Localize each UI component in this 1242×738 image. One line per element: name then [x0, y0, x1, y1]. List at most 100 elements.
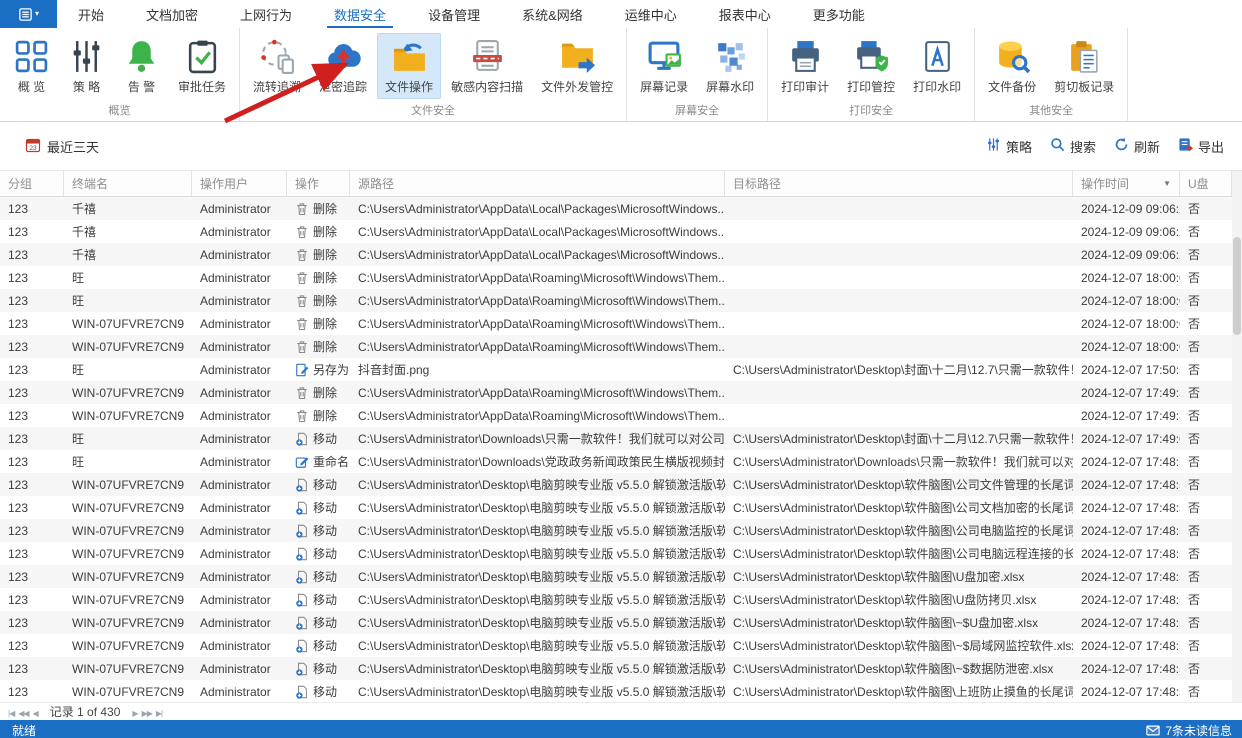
- menubar-item[interactable]: 系统&网络: [501, 0, 604, 28]
- table-row[interactable]: 123 千禧 Administrator 删除 C:\Users\Adminis…: [0, 197, 1242, 220]
- column-header[interactable]: 操作用户: [192, 171, 287, 196]
- table-row[interactable]: 123 WIN-07UFVRE7CN9 Administrator 删除 C:\…: [0, 335, 1242, 358]
- calendar-icon: 23: [25, 137, 41, 156]
- cell-user: Administrator: [192, 588, 287, 611]
- sensitive-scan-button[interactable]: 敏感内容扫描: [443, 33, 531, 99]
- ribbon-group: 概 览 策 略 告 警 审批任务 概览: [0, 28, 240, 121]
- pager-next-button-0[interactable]: ▶: [130, 709, 139, 718]
- menubar-item[interactable]: 运维中心: [604, 0, 698, 28]
- print-control-button[interactable]: 打印管控: [839, 33, 903, 99]
- table-row[interactable]: 123 旺 Administrator 重命名 C:\Users\Adminis…: [0, 450, 1242, 473]
- clipboard-record-icon: [1066, 38, 1103, 75]
- table-row[interactable]: 123 WIN-07UFVRE7CN9 Administrator 删除 C:\…: [0, 312, 1242, 335]
- print-audit-button[interactable]: 打印审计: [773, 33, 837, 99]
- column-header[interactable]: 目标路径: [725, 171, 1073, 196]
- table-row[interactable]: 123 WIN-07UFVRE7CN9 Administrator 移动 C:\…: [0, 657, 1242, 680]
- cell-user: Administrator: [192, 496, 287, 519]
- column-header[interactable]: 操作时间 ▼: [1073, 171, 1180, 196]
- menubar-item[interactable]: 报表中心: [698, 0, 792, 28]
- cell-source-path: C:\Users\Administrator\AppData\Roaming\M…: [350, 312, 725, 335]
- table-row[interactable]: 123 WIN-07UFVRE7CN9 Administrator 移动 C:\…: [0, 634, 1242, 657]
- search-action[interactable]: 搜索: [1050, 137, 1096, 156]
- cell-user: Administrator: [192, 381, 287, 404]
- delete-icon: [295, 271, 309, 285]
- cell-terminal: WIN-07UFVRE7CN9: [64, 312, 192, 335]
- pager-next-button-2[interactable]: ▶|: [154, 709, 164, 718]
- pager-prev-button-2[interactable]: ◀: [31, 709, 40, 718]
- table-row[interactable]: 123 WIN-07UFVRE7CN9 Administrator 移动 C:\…: [0, 542, 1242, 565]
- file-backup-button[interactable]: 文件备份: [980, 33, 1044, 99]
- cell-usb: 否: [1180, 381, 1232, 404]
- date-range-filter[interactable]: 23 最近三天: [25, 137, 99, 156]
- column-header[interactable]: 分组: [0, 171, 64, 196]
- cell-source-path: C:\Users\Administrator\Desktop\电脑剪映专业版 v…: [350, 542, 725, 565]
- file-outgoing-icon: [559, 38, 596, 75]
- pager-next-button-1[interactable]: ▶▶: [140, 709, 154, 718]
- menubar-item[interactable]: 上网行为: [219, 0, 313, 28]
- menubar-item[interactable]: 文档加密: [125, 0, 219, 28]
- date-range-label: 最近三天: [47, 137, 99, 156]
- cell-target-path: C:\Users\Administrator\Desktop\软件脑图\公司电脑…: [725, 519, 1073, 542]
- table-row[interactable]: 123 旺 Administrator 删除 C:\Users\Administ…: [0, 289, 1242, 312]
- sort-dropdown-icon[interactable]: ▼: [1163, 179, 1171, 188]
- table-row[interactable]: 123 千禧 Administrator 删除 C:\Users\Adminis…: [0, 220, 1242, 243]
- unread-messages[interactable]: 7条未读信息: [1146, 722, 1232, 738]
- pager-prev-button-1[interactable]: ◀◀: [16, 709, 30, 718]
- cell-terminal: WIN-07UFVRE7CN9: [64, 496, 192, 519]
- table-row[interactable]: 123 WIN-07UFVRE7CN9 Administrator 删除 C:\…: [0, 381, 1242, 404]
- table-row[interactable]: 123 WIN-07UFVRE7CN9 Administrator 删除 C:\…: [0, 404, 1242, 427]
- cell-terminal: WIN-07UFVRE7CN9: [64, 657, 192, 680]
- screen-record-button[interactable]: 屏幕记录: [632, 33, 696, 99]
- print-audit-icon: [787, 38, 824, 75]
- table-row[interactable]: 123 WIN-07UFVRE7CN9 Administrator 移动 C:\…: [0, 496, 1242, 519]
- alert-bell-button[interactable]: 告 警: [115, 33, 168, 99]
- cell-terminal: WIN-07UFVRE7CN9: [64, 680, 192, 703]
- table-row[interactable]: 123 WIN-07UFVRE7CN9 Administrator 移动 C:\…: [0, 519, 1242, 542]
- cell-user: Administrator: [192, 427, 287, 450]
- table-row[interactable]: 123 旺 Administrator 移动 C:\Users\Administ…: [0, 427, 1242, 450]
- column-header[interactable]: 源路径: [350, 171, 725, 196]
- screen-watermark-button[interactable]: 屏幕水印: [698, 33, 762, 99]
- table-row[interactable]: 123 WIN-07UFVRE7CN9 Administrator 移动 C:\…: [0, 611, 1242, 634]
- cell-group: 123: [0, 197, 64, 220]
- cell-source-path: C:\Users\Administrator\Desktop\电脑剪映专业版 v…: [350, 588, 725, 611]
- delete-icon: [295, 386, 309, 400]
- file-operations-button[interactable]: 文件操作: [377, 33, 441, 99]
- cell-source-path: C:\Users\Administrator\Downloads\只需一款软件！…: [350, 427, 725, 450]
- table-row[interactable]: 123 旺 Administrator 删除 C:\Users\Administ…: [0, 266, 1242, 289]
- column-header[interactable]: 终端名: [64, 171, 192, 196]
- cell-terminal: 旺: [64, 358, 192, 381]
- app-menu-button[interactable]: ▾: [0, 0, 57, 28]
- scrollbar-thumb[interactable]: [1233, 237, 1241, 335]
- vertical-scrollbar[interactable]: [1232, 171, 1242, 702]
- print-watermark-button[interactable]: 打印水印: [905, 33, 969, 99]
- table-row[interactable]: 123 WIN-07UFVRE7CN9 Administrator 移动 C:\…: [0, 473, 1242, 496]
- cell-group: 123: [0, 473, 64, 496]
- policy-filter-action[interactable]: 策略: [986, 137, 1032, 156]
- column-header[interactable]: 操作: [287, 171, 350, 196]
- table-row[interactable]: 123 旺 Administrator 另存为 抖音封面.png C:\User…: [0, 358, 1242, 381]
- clipboard-record-button[interactable]: 剪切板记录: [1046, 33, 1122, 99]
- leak-trace-button[interactable]: 泄密追踪: [311, 33, 375, 99]
- flow-trace-button[interactable]: 流转追溯: [245, 33, 309, 99]
- table-row[interactable]: 123 WIN-07UFVRE7CN9 Administrator 移动 C:\…: [0, 565, 1242, 588]
- overview-grid-button[interactable]: 概 览: [5, 33, 58, 99]
- menubar-item[interactable]: 更多功能: [792, 0, 886, 28]
- column-header[interactable]: U盘: [1180, 171, 1232, 196]
- menubar-item[interactable]: 数据安全: [313, 0, 407, 28]
- pager-prev-button-0[interactable]: |◀: [6, 709, 16, 718]
- cell-usb: 否: [1180, 565, 1232, 588]
- menubar-item[interactable]: 开始: [57, 0, 125, 28]
- cell-time: 2024-12-07 17:48:57: [1073, 680, 1180, 703]
- table-row[interactable]: 123 千禧 Administrator 删除 C:\Users\Adminis…: [0, 243, 1242, 266]
- menubar-item[interactable]: 设备管理: [407, 0, 501, 28]
- policy-sliders-icon: [68, 38, 105, 75]
- policy-sliders-button[interactable]: 策 略: [60, 33, 113, 99]
- file-outgoing-button[interactable]: 文件外发管控: [533, 33, 621, 99]
- table-row[interactable]: 123 WIN-07UFVRE7CN9 Administrator 移动 C:\…: [0, 680, 1242, 703]
- approval-tasks-button[interactable]: 审批任务: [170, 33, 234, 99]
- search-icon: [1050, 137, 1065, 155]
- refresh-action[interactable]: 刷新: [1114, 137, 1160, 156]
- table-row[interactable]: 123 WIN-07UFVRE7CN9 Administrator 移动 C:\…: [0, 588, 1242, 611]
- export-action[interactable]: 导出: [1178, 137, 1224, 156]
